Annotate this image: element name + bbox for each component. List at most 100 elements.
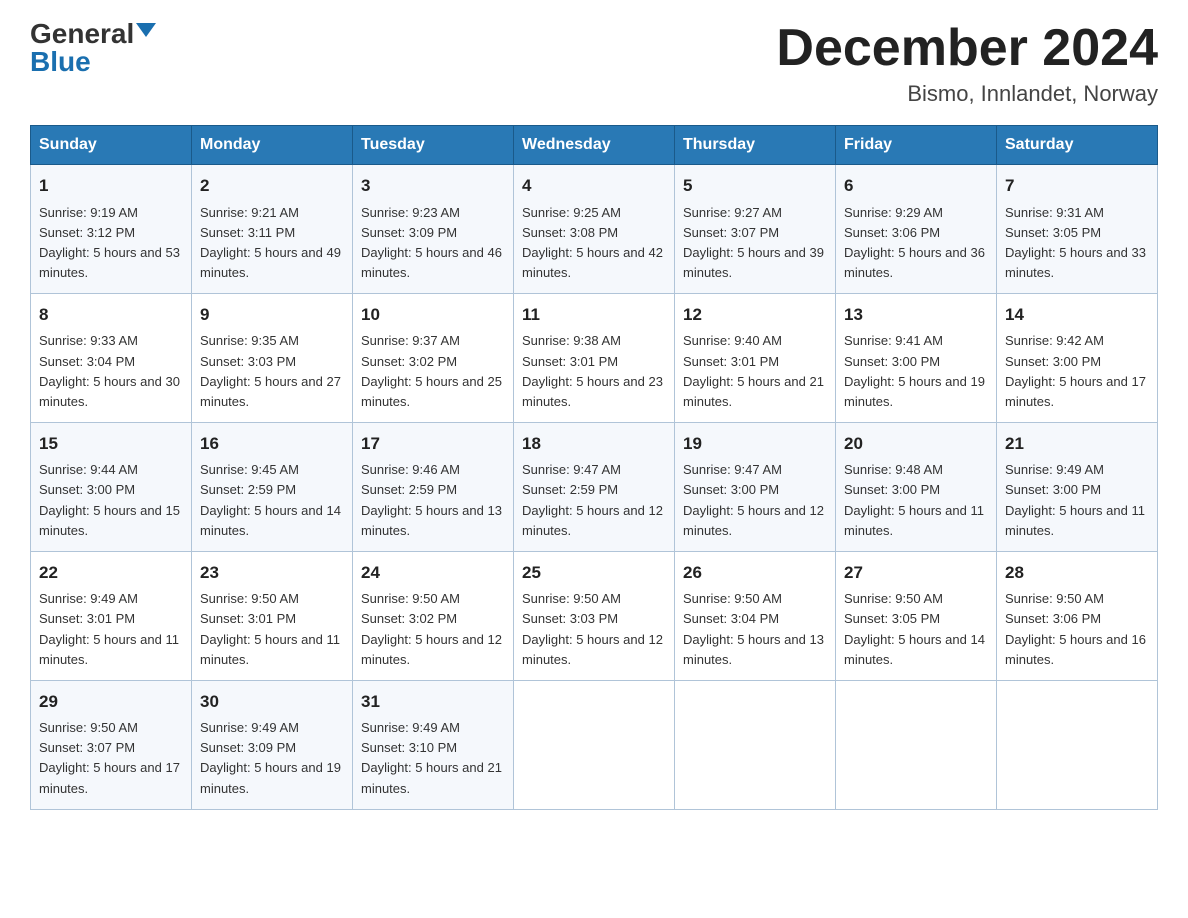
calendar-cell: 26Sunrise: 9:50 AMSunset: 3:04 PMDayligh… [675,551,836,680]
calendar-week-5: 29 Sunrise: 9:50 AMSunset: 3:07 PMDayligh… [31,680,1158,809]
calendar-cell: 6Sunrise: 9:29 AMSunset: 3:06 PMDaylight… [836,165,997,294]
header-friday: Friday [836,126,997,165]
day-info: Sunrise: 9:50 AMSunset: 3:06 PMDaylight:… [1005,591,1146,666]
day-info: Sunrise: 9:38 AMSunset: 3:01 PMDaylight:… [522,333,663,408]
day-info: Sunrise: 9:46 AMSunset: 2:59 PMDaylight:… [361,462,502,537]
day-number: 7 [1005,173,1149,199]
header-thursday: Thursday [675,126,836,165]
day-info: Sunrise: 9:50 AMSunset: 3:07 PMDaylight:… [39,720,180,795]
calendar-header-row: SundayMondayTuesdayWednesdayThursdayFrid… [31,126,1158,165]
calendar-cell: 31Sunrise: 9:49 AMSunset: 3:10 PMDayligh… [353,680,514,809]
page-header: General Blue December 2024 Bismo, Innlan… [30,20,1158,107]
day-number: 1 [39,173,183,199]
calendar-cell [514,680,675,809]
day-info: Sunrise: 9:48 AMSunset: 3:00 PMDaylight:… [844,462,984,537]
day-info: Sunrise: 9:50 AMSunset: 3:04 PMDaylight:… [683,591,824,666]
day-info: Sunrise: 9:33 AMSunset: 3:04 PMDaylight:… [39,333,180,408]
calendar-cell: 9 Sunrise: 9:35 AMSunset: 3:03 PMDaylight… [192,294,353,423]
calendar-cell: 24Sunrise: 9:50 AMSunset: 3:02 PMDayligh… [353,551,514,680]
calendar-cell: 17 Sunrise: 9:46 AMSunset: 2:59 PMDayligh… [353,423,514,552]
calendar-cell: 1 Sunrise: 9:19 AMSunset: 3:12 PMDaylight… [31,165,192,294]
header-sunday: Sunday [31,126,192,165]
calendar-cell: 4 Sunrise: 9:25 AMSunset: 3:08 PMDaylight… [514,165,675,294]
day-info: Sunrise: 9:23 AMSunset: 3:09 PMDaylight:… [361,205,502,280]
day-info: Sunrise: 9:27 AMSunset: 3:07 PMDaylight:… [683,205,824,280]
day-info: Sunrise: 9:50 AMSunset: 3:01 PMDaylight:… [200,591,340,666]
day-number: 21 [1005,431,1149,457]
day-info: Sunrise: 9:42 AMSunset: 3:00 PMDaylight:… [1005,333,1146,408]
day-info: Sunrise: 9:50 AMSunset: 3:03 PMDaylight:… [522,591,663,666]
day-number: 3 [361,173,505,199]
calendar-cell: 19 Sunrise: 9:47 AMSunset: 3:00 PMDayligh… [675,423,836,552]
day-info: Sunrise: 9:21 AMSunset: 3:11 PMDaylight:… [200,205,341,280]
day-number: 20 [844,431,988,457]
day-info: Sunrise: 9:37 AMSunset: 3:02 PMDaylight:… [361,333,502,408]
logo-blue: Blue [30,48,91,76]
day-number: 27 [844,560,988,586]
calendar-cell: 8 Sunrise: 9:33 AMSunset: 3:04 PMDaylight… [31,294,192,423]
day-info: Sunrise: 9:49 AMSunset: 3:01 PMDaylight:… [39,591,179,666]
title-area: December 2024 Bismo, Innlandet, Norway [776,20,1158,107]
day-info: Sunrise: 9:25 AMSunset: 3:08 PMDaylight:… [522,205,663,280]
calendar-cell: 14 Sunrise: 9:42 AMSunset: 3:00 PMDayligh… [997,294,1158,423]
day-info: Sunrise: 9:29 AMSunset: 3:06 PMDaylight:… [844,205,985,280]
day-info: Sunrise: 9:47 AMSunset: 3:00 PMDaylight:… [683,462,824,537]
calendar-week-4: 22 Sunrise: 9:49 AMSunset: 3:01 PMDayligh… [31,551,1158,680]
header-saturday: Saturday [997,126,1158,165]
day-info: Sunrise: 9:41 AMSunset: 3:00 PMDaylight:… [844,333,985,408]
calendar-cell: 11 Sunrise: 9:38 AMSunset: 3:01 PMDayligh… [514,294,675,423]
day-number: 15 [39,431,183,457]
day-info: Sunrise: 9:40 AMSunset: 3:01 PMDaylight:… [683,333,824,408]
day-number: 25 [522,560,666,586]
logo: General Blue [30,20,156,76]
day-number: 14 [1005,302,1149,328]
calendar-cell: 29 Sunrise: 9:50 AMSunset: 3:07 PMDayligh… [31,680,192,809]
day-number: 10 [361,302,505,328]
day-number: 19 [683,431,827,457]
day-number: 5 [683,173,827,199]
calendar-cell: 10 Sunrise: 9:37 AMSunset: 3:02 PMDayligh… [353,294,514,423]
day-info: Sunrise: 9:49 AMSunset: 3:00 PMDaylight:… [1005,462,1145,537]
location: Bismo, Innlandet, Norway [776,81,1158,107]
calendar-cell: 22 Sunrise: 9:49 AMSunset: 3:01 PMDayligh… [31,551,192,680]
day-number: 30 [200,689,344,715]
calendar-cell [997,680,1158,809]
day-info: Sunrise: 9:50 AMSunset: 3:02 PMDaylight:… [361,591,502,666]
day-info: Sunrise: 9:19 AMSunset: 3:12 PMDaylight:… [39,205,180,280]
day-number: 12 [683,302,827,328]
day-number: 16 [200,431,344,457]
calendar-week-1: 1 Sunrise: 9:19 AMSunset: 3:12 PMDaylight… [31,165,1158,294]
logo-arrow-icon [136,23,156,37]
calendar-week-3: 15Sunrise: 9:44 AMSunset: 3:00 PMDayligh… [31,423,1158,552]
calendar-cell: 12 Sunrise: 9:40 AMSunset: 3:01 PMDayligh… [675,294,836,423]
header-monday: Monday [192,126,353,165]
calendar-cell: 5 Sunrise: 9:27 AMSunset: 3:07 PMDaylight… [675,165,836,294]
day-info: Sunrise: 9:35 AMSunset: 3:03 PMDaylight:… [200,333,341,408]
day-info: Sunrise: 9:50 AMSunset: 3:05 PMDaylight:… [844,591,985,666]
calendar-cell: 3 Sunrise: 9:23 AMSunset: 3:09 PMDaylight… [353,165,514,294]
day-number: 8 [39,302,183,328]
calendar-cell: 25 Sunrise: 9:50 AMSunset: 3:03 PMDayligh… [514,551,675,680]
calendar-cell: 23 Sunrise: 9:50 AMSunset: 3:01 PMDayligh… [192,551,353,680]
day-number: 28 [1005,560,1149,586]
logo-general: General [30,20,134,48]
calendar-cell: 2Sunrise: 9:21 AMSunset: 3:11 PMDaylight… [192,165,353,294]
calendar-cell [836,680,997,809]
day-number: 9 [200,302,344,328]
calendar-cell: 15Sunrise: 9:44 AMSunset: 3:00 PMDayligh… [31,423,192,552]
calendar-cell: 13Sunrise: 9:41 AMSunset: 3:00 PMDayligh… [836,294,997,423]
day-number: 29 [39,689,183,715]
day-number: 4 [522,173,666,199]
day-number: 17 [361,431,505,457]
header-tuesday: Tuesday [353,126,514,165]
header-wednesday: Wednesday [514,126,675,165]
day-info: Sunrise: 9:47 AMSunset: 2:59 PMDaylight:… [522,462,663,537]
calendar-cell: 7Sunrise: 9:31 AMSunset: 3:05 PMDaylight… [997,165,1158,294]
day-number: 23 [200,560,344,586]
calendar-table: SundayMondayTuesdayWednesdayThursdayFrid… [30,125,1158,810]
calendar-cell: 20 Sunrise: 9:48 AMSunset: 3:00 PMDayligh… [836,423,997,552]
calendar-cell: 18Sunrise: 9:47 AMSunset: 2:59 PMDayligh… [514,423,675,552]
day-number: 22 [39,560,183,586]
calendar-cell: 30Sunrise: 9:49 AMSunset: 3:09 PMDayligh… [192,680,353,809]
day-number: 11 [522,302,666,328]
